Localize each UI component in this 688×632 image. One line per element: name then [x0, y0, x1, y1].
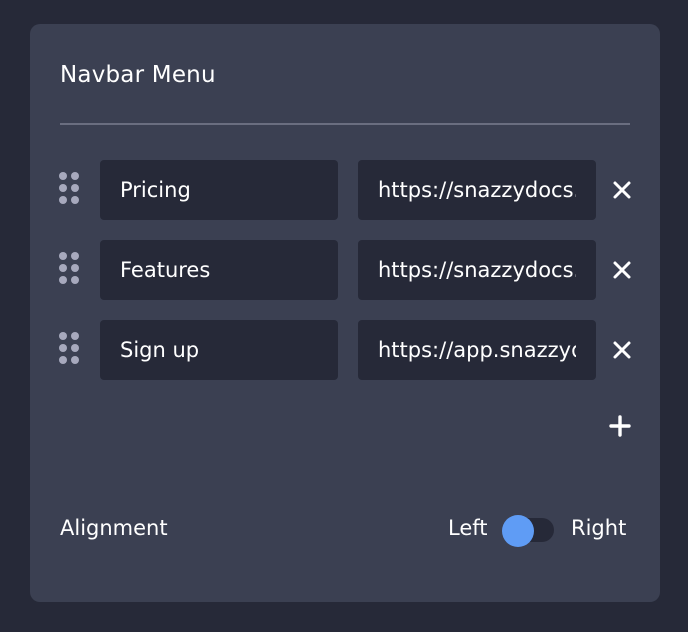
alignment-label: Alignment: [60, 516, 168, 540]
remove-item-button[interactable]: [610, 338, 634, 362]
menu-item-label-input[interactable]: [100, 240, 338, 300]
menu-item-label-input[interactable]: [100, 320, 338, 380]
close-icon: [613, 181, 631, 199]
add-item-button[interactable]: [608, 414, 632, 438]
menu-item-url-input[interactable]: [358, 160, 596, 220]
divider: [60, 123, 630, 125]
menu-item-url-input[interactable]: [358, 320, 596, 380]
menu-item-row: [30, 160, 660, 220]
alignment-toggle[interactable]: [502, 515, 554, 547]
remove-item-button[interactable]: [610, 178, 634, 202]
remove-item-button[interactable]: [610, 258, 634, 282]
menu-item-url-input[interactable]: [358, 240, 596, 300]
navbar-menu-panel: Navbar Menu Alignmen: [30, 24, 660, 602]
toggle-knob: [502, 515, 534, 547]
menu-item-row: [30, 240, 660, 300]
menu-item-label-input[interactable]: [100, 160, 338, 220]
drag-handle-icon[interactable]: [59, 172, 81, 208]
alignment-right-label: Right: [571, 516, 627, 540]
alignment-left-label: Left: [448, 516, 488, 540]
menu-item-row: [30, 320, 660, 380]
plus-icon: [609, 415, 631, 437]
close-icon: [613, 261, 631, 279]
drag-handle-icon[interactable]: [59, 332, 81, 368]
drag-handle-icon[interactable]: [59, 252, 81, 288]
panel-title: Navbar Menu: [60, 62, 216, 88]
close-icon: [613, 341, 631, 359]
